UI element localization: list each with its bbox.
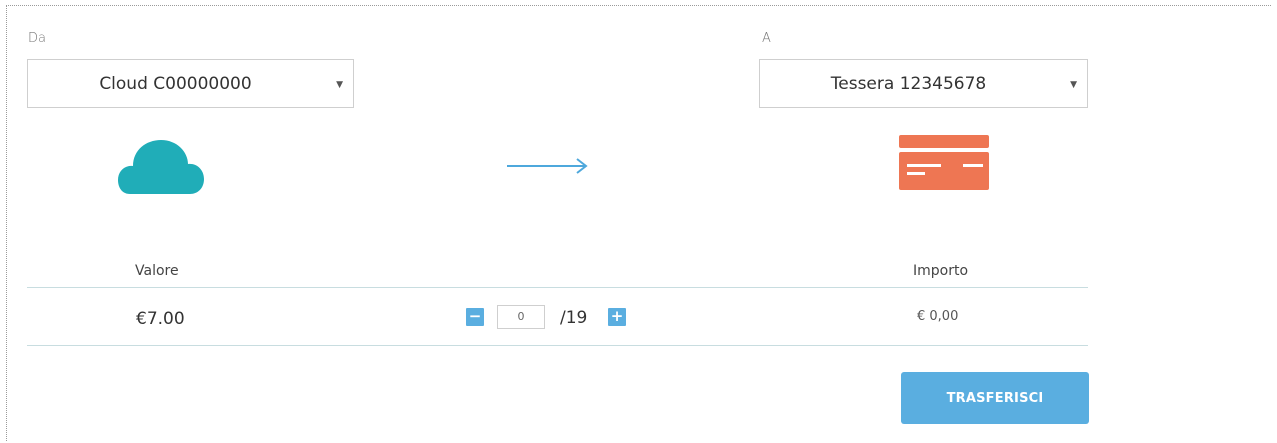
- value-column-header: Valore: [135, 263, 179, 279]
- table-divider: [27, 287, 1088, 288]
- row-amount: € 0,00: [917, 309, 959, 324]
- decrement-button[interactable]: −: [466, 308, 484, 326]
- credit-card-icon: [899, 135, 989, 195]
- arrow-right-icon: [507, 157, 589, 179]
- from-select-value: Cloud C00000000: [99, 73, 252, 94]
- increment-button[interactable]: +: [608, 308, 626, 326]
- cloud-icon: [118, 138, 204, 198]
- table-divider: [27, 345, 1088, 346]
- chevron-down-icon: ▼: [1070, 80, 1077, 90]
- amount-column-header: Importo: [913, 263, 969, 279]
- from-select[interactable]: Cloud C00000000 ▼: [27, 59, 354, 108]
- quantity-max: /19: [560, 308, 588, 328]
- chevron-down-icon: ▼: [336, 80, 343, 90]
- to-select-value: Tessera 12345678: [830, 73, 987, 94]
- row-value: €7.00: [136, 309, 185, 329]
- quantity-input[interactable]: 0: [497, 305, 545, 329]
- from-label: Da: [28, 31, 46, 46]
- to-select[interactable]: Tessera 12345678 ▼: [759, 59, 1088, 108]
- to-label: A: [762, 31, 771, 46]
- transfer-button[interactable]: TRASFERISCI: [901, 372, 1089, 424]
